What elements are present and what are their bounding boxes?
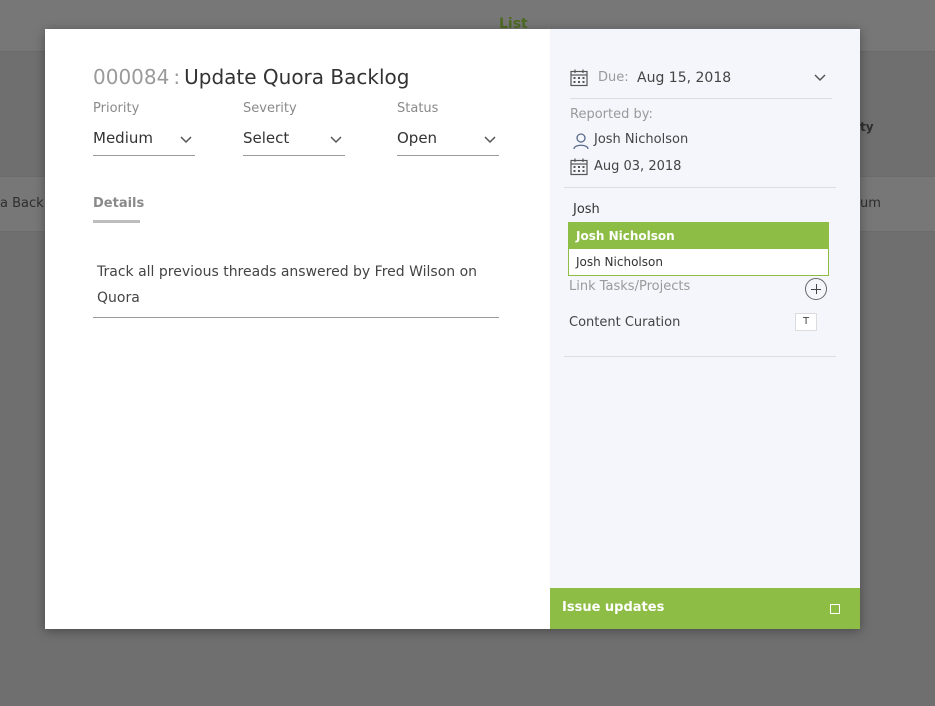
calendar-icon (570, 69, 588, 87)
background-column-header: ty (860, 120, 874, 134)
divider (564, 187, 836, 188)
chevron-down-icon (814, 74, 826, 82)
status-label: Status (397, 101, 439, 116)
issue-updates-label: Issue updates (562, 600, 665, 615)
suggestion-item[interactable]: Josh Nicholson (569, 223, 828, 249)
reported-date: Aug 03, 2018 (594, 159, 682, 174)
issue-modal: 000084: Update Quora Backlog Priority Med… (45, 29, 860, 629)
add-link-button[interactable] (805, 278, 827, 300)
link-tasks-label: Link Tasks/Projects (569, 279, 691, 294)
background-row-value: um (860, 196, 881, 211)
due-date-select[interactable]: Due: Aug 15, 2018 (570, 69, 832, 99)
maximize-icon[interactable] (830, 604, 840, 614)
assignee-input[interactable]: Josh (573, 202, 600, 217)
tab-details-indicator (93, 220, 140, 223)
divider (564, 356, 836, 357)
reported-by-label: Reported by: (570, 107, 653, 122)
status-value: Open (397, 129, 438, 147)
issue-id: 000084 (93, 65, 170, 89)
issue-id-separator: : (173, 65, 181, 89)
calendar-icon (570, 158, 588, 176)
status-select[interactable]: Open (397, 128, 499, 156)
linked-item-type-badge: T (795, 313, 817, 331)
chevron-down-icon (484, 136, 496, 144)
issue-title[interactable]: 000084: Update Quora Backlog (93, 65, 409, 89)
linked-item[interactable]: Content Curation (569, 315, 680, 330)
issue-title-text: Update Quora Backlog (184, 65, 410, 89)
issue-updates-bar[interactable]: Issue updates (550, 588, 860, 629)
status-field: Status Open (397, 101, 499, 156)
priority-label: Priority (93, 101, 140, 116)
assignee-suggestions: Josh Nicholson Josh Nicholson (568, 222, 829, 276)
due-date-value: Aug 15, 2018 (637, 70, 732, 86)
severity-value: Select (243, 129, 290, 147)
user-icon (573, 133, 589, 150)
priority-select[interactable]: Medium (93, 128, 195, 156)
issue-main-pane: 000084: Update Quora Backlog Priority Med… (45, 29, 550, 629)
chevron-down-icon (330, 136, 342, 144)
priority-field: Priority Medium (93, 101, 195, 156)
severity-field: Severity Select (243, 101, 345, 156)
description-field[interactable]: Track all previous threads answered by F… (93, 259, 499, 318)
suggestion-item[interactable]: Josh Nicholson (569, 249, 828, 275)
priority-value: Medium (93, 129, 153, 147)
severity-label: Severity (243, 101, 297, 116)
chevron-down-icon (180, 136, 192, 144)
tab-details[interactable]: Details (93, 196, 144, 211)
severity-select[interactable]: Select (243, 128, 345, 156)
reporter-name: Josh Nicholson (594, 132, 689, 147)
issue-side-pane: Due: Aug 15, 2018 Reported by: Josh Nich… (550, 29, 860, 629)
due-label: Due: (598, 70, 629, 85)
background-row-text: a Back (0, 196, 44, 211)
